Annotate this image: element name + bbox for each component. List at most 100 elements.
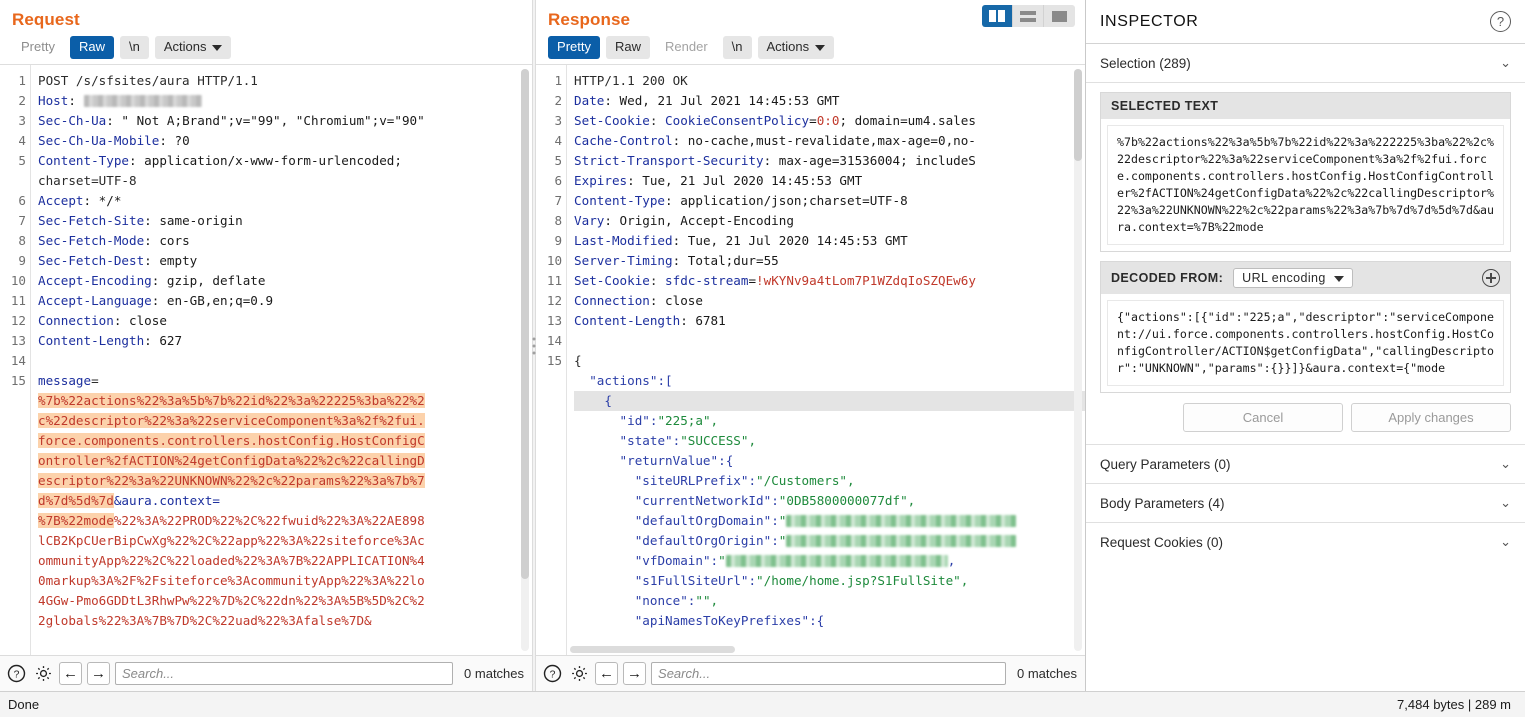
selected-text-value[interactable]: %7b%22actions%22%3a%5b%7b%22id%22%3a%222… [1107, 125, 1504, 245]
response-code-text[interactable]: HTTP/1.1 200 OK Date: Wed, 21 Jul 2021 14… [566, 65, 1085, 655]
request-code: 1 2 3 4 5 6 7 8 9 10 11 12 13 14 15 POST /s/sfsites/au… [0, 65, 532, 655]
decoded-from-header: DECODED FROM: URL encoding [1101, 262, 1510, 294]
line-number: 7 [18, 213, 26, 228]
help-icon[interactable]: ? [5, 662, 27, 684]
code-line-json: "returnValue":{ [619, 453, 734, 468]
response-search-input[interactable] [651, 661, 1007, 685]
code-line: Sec-Ch-Ua-Mobile: ?0 [38, 133, 190, 148]
line-number: 11 [10, 293, 26, 308]
inspector-title: INSPECTOR [1100, 12, 1199, 30]
line-number: 8 [18, 233, 26, 248]
decoding-select[interactable]: URL encoding [1233, 268, 1353, 288]
line-number: 14 [10, 353, 26, 368]
find-next-button[interactable]: → [87, 661, 110, 685]
gear-icon[interactable] [32, 662, 54, 684]
response-actions-label: Actions [766, 39, 810, 54]
status-bar: Done 7,484 bytes | 289 m [0, 691, 1525, 717]
response-match-count: 0 matches [1017, 665, 1077, 681]
code-line: Accept: */* [38, 193, 122, 208]
code-line-json: "s1FullSiteUrl":"/home/home.jsp?S1FullSi… [634, 573, 969, 588]
line-number: 15 [546, 353, 563, 368]
line-number: 15 [10, 373, 26, 388]
response-horizontal-scrollbar[interactable] [570, 646, 1069, 653]
inspector-section-query-parameters-label: Query Parameters (0) [1100, 456, 1231, 472]
help-icon[interactable]: ? [541, 662, 563, 684]
line-number: 9 [18, 253, 26, 268]
chevron-down-icon [212, 45, 223, 51]
request-editor[interactable]: 1 2 3 4 5 6 7 8 9 10 11 12 13 14 15 POST /s/sfsites/au… [0, 64, 533, 655]
line-number: 4 [554, 133, 563, 148]
line-number: 4 [18, 133, 26, 148]
inspector-section-body-parameters-label: Body Parameters (4) [1100, 495, 1225, 511]
code-line: Connection: close [38, 313, 167, 328]
request-tab-pretty[interactable]: Pretty [12, 36, 64, 59]
request-actions-menu[interactable]: Actions [154, 36, 232, 59]
code-line: Sec-Fetch-Dest: empty [38, 253, 198, 268]
request-code-text[interactable]: POST /s/sfsites/aura HTTP/1.1 Host: Sec-C… [30, 65, 532, 655]
help-icon[interactable]: ? [1490, 11, 1511, 32]
cancel-button[interactable]: Cancel [1183, 403, 1343, 432]
line-number: 7 [554, 193, 563, 208]
line-number: 9 [554, 233, 563, 248]
request-search-input[interactable] [115, 661, 454, 685]
request-title: Request [12, 10, 80, 29]
code-line-json: "siteURLPrefix":"/Customers", [634, 473, 855, 488]
decoded-from-card: DECODED FROM: URL encoding {"actions":[{… [1100, 261, 1511, 393]
code-line: Vary: Origin, Accept-Encoding [574, 213, 794, 228]
code-line: Accept-Language: en-GB,en;q=0.9 [38, 293, 274, 308]
code-line: Accept-Encoding: gzip, deflate [38, 273, 266, 288]
request-tab-raw[interactable]: Raw [69, 36, 114, 59]
panes-container: Request Pretty Raw \n Actions 1234567891… [0, 0, 1525, 691]
response-editor[interactable]: 1 2 3 4 5 6 7 8 9 10 11 12 13 14 15 HTTP/1.1 200 OK Dat… [536, 64, 1085, 655]
request-vscroll-thumb[interactable] [521, 69, 530, 579]
response-tab-render[interactable]: Render [656, 36, 717, 59]
chevron-up-icon: ⌄ [1500, 55, 1511, 70]
response-code: 1 2 3 4 5 6 7 8 9 10 11 12 13 14 15 HTTP/1.1 200 OK Dat… [536, 65, 1085, 655]
selected-text-label: SELECTED TEXT [1101, 93, 1510, 119]
find-previous-button[interactable]: ← [595, 661, 619, 685]
request-tabbar: Pretty Raw \n Actions [0, 32, 532, 64]
find-previous-button[interactable]: ← [59, 661, 82, 685]
inspector-section-selection-label: Selection (289) [1100, 55, 1191, 71]
response-vertical-scrollbar[interactable] [1074, 69, 1082, 651]
code-line-body: 2globals%22%3A%7B%7D%2C%22uad%22%3Afalse… [38, 613, 372, 628]
line-number [0, 171, 26, 191]
layout-stacked-button[interactable] [1013, 5, 1044, 27]
code-line: Cache-Control: no-cache,must-revalidate,… [574, 133, 976, 148]
gear-icon[interactable] [568, 662, 590, 684]
line-number: 10 [546, 253, 563, 268]
code-line: { [574, 353, 582, 368]
layout-split-button[interactable] [982, 5, 1013, 27]
code-line: Content-Length: 627 [38, 333, 183, 348]
inspector-body: Selection (289) ⌄ SELECTED TEXT %7b%22ac… [1086, 44, 1525, 691]
find-next-button[interactable]: → [623, 661, 647, 685]
layout-single-button[interactable] [1044, 5, 1075, 27]
response-tab-raw[interactable]: Raw [606, 36, 651, 59]
inspector-section-query-parameters[interactable]: Query Parameters (0) ⌄ [1086, 444, 1525, 484]
inspector-section-selection[interactable]: Selection (289) ⌄ [1086, 44, 1525, 83]
line-number: 13 [546, 313, 563, 328]
inspector-section-request-cookies[interactable]: Request Cookies (0) ⌄ [1086, 523, 1525, 561]
chevron-down-icon [815, 45, 826, 51]
code-line-body: ommunityApp%22%2C%22loaded%22%3A%7B%22AP… [38, 553, 425, 568]
request-tab-newline[interactable]: \n [119, 36, 149, 59]
code-line-json: "defaultOrgDomain":" [574, 511, 1085, 531]
response-tab-newline[interactable]: \n [722, 36, 752, 59]
response-actions-menu[interactable]: Actions [757, 36, 835, 59]
decoded-text-value[interactable]: {"actions":[{"id":"225;a","descriptor":"… [1107, 300, 1504, 386]
code-line-body: 0markup%3A%2F%2Fsiteforce%3AcommunityApp… [38, 573, 425, 588]
apply-changes-button[interactable]: Apply changes [1351, 403, 1511, 432]
request-actions-label: Actions [163, 39, 207, 54]
line-number: 6 [554, 173, 563, 188]
add-decoding-icon[interactable] [1482, 269, 1500, 287]
response-hscroll-thumb[interactable] [570, 646, 736, 653]
decoding-select-value: URL encoding [1242, 271, 1326, 285]
line-number: 3 [18, 113, 26, 128]
response-pane: Response Pretty Raw Render \n Actions 12… [536, 0, 1085, 691]
request-vertical-scrollbar[interactable] [521, 69, 530, 651]
request-findbar: ? ← → 0 matches [0, 655, 533, 691]
code-line-json: "apiNamesToKeyPrefixes":{ [634, 613, 825, 628]
inspector-section-body-parameters[interactable]: Body Parameters (4) ⌄ [1086, 484, 1525, 523]
response-vscroll-thumb[interactable] [1074, 69, 1082, 161]
response-tab-pretty[interactable]: Pretty [548, 36, 600, 59]
